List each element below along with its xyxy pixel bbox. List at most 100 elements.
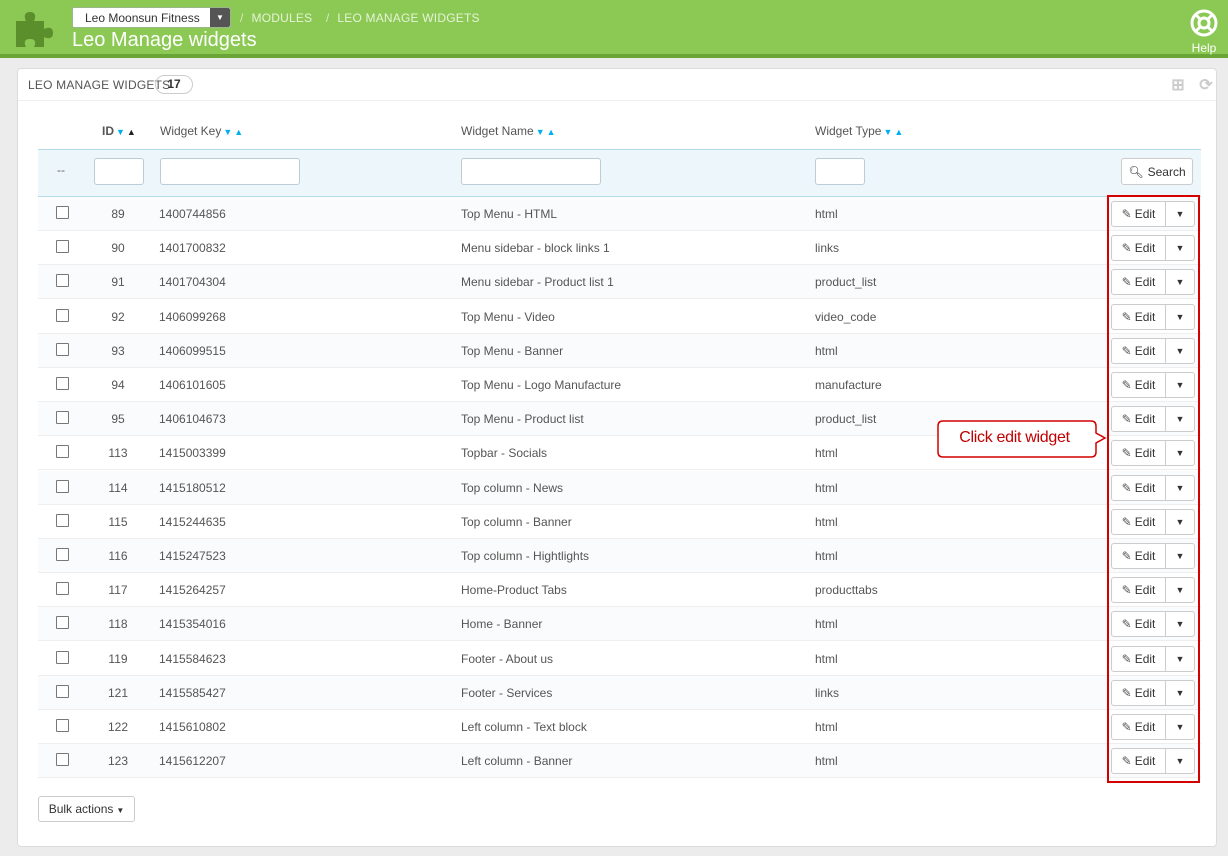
row-checkbox[interactable] (56, 616, 69, 630)
cell-widget-name: Footer - About us (461, 651, 554, 666)
row-actions-dropdown[interactable]: ▼ (1165, 474, 1195, 501)
row-checkbox[interactable] (56, 582, 69, 596)
sort-asc-icon[interactable]: ▲ (894, 127, 903, 137)
edit-label: Edit (1134, 549, 1156, 563)
bulk-actions-button[interactable]: Bulk actions ▼ (38, 796, 135, 822)
row-actions-dropdown[interactable]: ▼ (1165, 577, 1195, 604)
row-checkbox[interactable] (56, 479, 69, 493)
row-actions-dropdown[interactable]: ▼ (1165, 714, 1195, 740)
cell-widget-key: 1415584623 (159, 651, 226, 666)
sort-asc-icon[interactable]: ▲ (127, 127, 136, 137)
row-checkbox[interactable] (56, 445, 69, 459)
edit-button[interactable]: ✎ Edit (1111, 337, 1166, 364)
cell-widget-type: html (815, 651, 838, 666)
row-checkbox[interactable] (56, 206, 69, 219)
cell-widget-name: Topbar - Socials (461, 446, 548, 461)
row-actions-dropdown[interactable]: ▼ (1165, 748, 1195, 775)
edit-button[interactable]: ✎ Edit (1111, 645, 1166, 672)
row-actions-dropdown[interactable]: ▼ (1165, 543, 1195, 569)
edit-button[interactable]: ✎ Edit (1111, 543, 1166, 569)
row-checkbox[interactable] (56, 342, 69, 356)
edit-button[interactable]: ✎ Edit (1111, 714, 1166, 740)
edit-button[interactable]: ✎ Edit (1111, 440, 1166, 467)
column-header-key: Widget Key ▼ ▲ (160, 124, 243, 138)
cell-widget-name: Footer - Services (461, 685, 553, 700)
row-checkbox[interactable] (56, 719, 69, 732)
caret-down-icon: ▼ (1175, 482, 1185, 493)
row-actions-dropdown[interactable]: ▼ (1165, 440, 1195, 467)
edit-button[interactable]: ✎ Edit (1111, 269, 1166, 296)
filter-key-input[interactable] (160, 158, 300, 185)
edit-button[interactable]: ✎ Edit (1111, 406, 1166, 433)
row-actions-dropdown[interactable]: ▼ (1165, 337, 1195, 364)
edit-button[interactable]: ✎ Edit (1111, 577, 1166, 604)
edit-button[interactable]: ✎ Edit (1111, 235, 1166, 262)
edit-button[interactable]: ✎ Edit (1111, 611, 1166, 638)
edit-label: Edit (1134, 685, 1156, 700)
row-checkbox[interactable] (56, 513, 69, 527)
row-checkbox[interactable] (56, 411, 69, 425)
row-checkbox[interactable] (56, 753, 69, 767)
top-header: Leo Moonsun Fitness ▼ / MODULES / LEO MANA… (0, 0, 1228, 58)
sort-asc-icon[interactable]: ▲ (234, 127, 243, 137)
row-checkbox[interactable] (56, 274, 69, 288)
breadcrumb: / MODULES / LEO MANAGE WIDGETS (240, 11, 480, 25)
edit-label: Edit (1134, 241, 1156, 256)
row-actions-dropdown[interactable]: ▼ (1165, 406, 1195, 433)
breadcrumb-modules[interactable]: MODULES (252, 11, 313, 25)
row-checkbox[interactable] (56, 684, 69, 698)
row-checkbox[interactable] (56, 548, 69, 561)
row-actions-dropdown[interactable]: ▼ (1165, 201, 1195, 227)
search-button[interactable]: 🔍︎ Search (1121, 158, 1193, 185)
cell-id: 90 (111, 241, 125, 256)
caret-down-icon: ▼ (1175, 585, 1185, 596)
filter-type-input[interactable] (815, 158, 865, 185)
row-actions: ✎ Edit ▼ (1111, 303, 1195, 330)
row-actions-dropdown[interactable]: ▼ (1165, 611, 1195, 638)
sort-desc-icon[interactable]: ▼ (116, 127, 125, 137)
edit-button[interactable]: ✎ Edit (1111, 748, 1166, 775)
cell-widget-type: manufacture (815, 378, 882, 392)
sort-asc-icon[interactable]: ▲ (547, 127, 556, 137)
edit-button[interactable]: ✎ Edit (1111, 372, 1166, 398)
row-checkbox[interactable] (56, 650, 69, 664)
sort-desc-icon[interactable]: ▼ (223, 127, 232, 137)
edit-button[interactable]: ✎ Edit (1111, 508, 1166, 535)
row-actions: ✎ Edit ▼ (1111, 679, 1195, 706)
row-actions-dropdown[interactable]: ▼ (1165, 303, 1195, 330)
row-actions-dropdown[interactable]: ▼ (1165, 508, 1195, 535)
caret-down-icon: ▼ (1175, 380, 1185, 390)
cell-id: 117 (108, 583, 128, 598)
row-actions-dropdown[interactable]: ▼ (1165, 269, 1195, 296)
edit-button[interactable]: ✎ Edit (1111, 201, 1166, 227)
row-actions-dropdown[interactable]: ▼ (1165, 679, 1195, 706)
row-checkbox[interactable] (56, 377, 69, 390)
cell-id: 115 (108, 514, 128, 529)
add-new-icon[interactable]: ⊞ (1169, 77, 1187, 95)
store-selector[interactable]: Leo Moonsun Fitness ▼ (72, 7, 231, 28)
filter-name-input[interactable] (461, 158, 601, 185)
row-actions-dropdown[interactable]: ▼ (1165, 372, 1195, 398)
filter-id-input[interactable] (94, 158, 144, 185)
refresh-icon[interactable]: ⟳ (1197, 77, 1215, 95)
table-row: 89 1400744856 Top Menu - HTML html ✎ Edit ▼ (38, 197, 1201, 231)
pencil-icon: ✎ (1121, 446, 1132, 461)
row-checkbox[interactable] (56, 308, 69, 322)
edit-button[interactable]: ✎ Edit (1111, 474, 1166, 501)
sort-desc-icon[interactable]: ▼ (536, 127, 545, 137)
edit-button[interactable]: ✎ Edit (1111, 679, 1166, 706)
sort-desc-icon[interactable]: ▼ (883, 127, 892, 137)
pencil-icon: ✎ (1121, 343, 1132, 358)
row-actions: ✎ Edit ▼ (1111, 748, 1195, 775)
cell-widget-key: 1415180512 (159, 480, 226, 495)
pencil-icon: ✎ (1121, 583, 1132, 598)
puzzle-icon (16, 12, 53, 47)
cell-widget-name: Menu sidebar - Product list 1 (461, 275, 614, 290)
edit-button[interactable]: ✎ Edit (1111, 303, 1166, 330)
cell-widget-name: Home-Product Tabs (461, 583, 567, 598)
row-actions-dropdown[interactable]: ▼ (1165, 645, 1195, 672)
row-checkbox[interactable] (56, 240, 69, 254)
help-button[interactable]: Help (1186, 9, 1222, 55)
breadcrumb-leo-manage-widgets[interactable]: LEO MANAGE WIDGETS (337, 11, 479, 25)
row-actions-dropdown[interactable]: ▼ (1165, 235, 1195, 262)
